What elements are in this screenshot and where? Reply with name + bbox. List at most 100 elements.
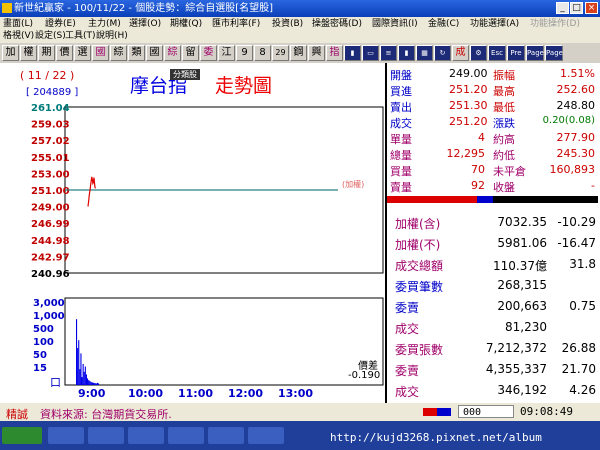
tool-country[interactable]: 國 — [92, 45, 109, 61]
menu-main-force[interactable]: 主力(M) — [88, 18, 121, 30]
tool-leave[interactable]: 留 — [182, 45, 199, 61]
x-tick-label: 10:00 — [128, 387, 163, 400]
y-tick-label: 251.00 — [31, 186, 70, 197]
tool-29[interactable]: 29 — [272, 45, 289, 61]
menu-view[interactable]: 格視(V) — [3, 30, 34, 42]
volume-bar — [88, 380, 90, 385]
x-tick-label: 11:00 — [178, 387, 213, 400]
menu-finance[interactable]: 金融(C) — [428, 18, 459, 30]
index-label: 成交 — [395, 322, 420, 336]
volume-tick-label: 50 — [33, 350, 47, 361]
volume-tag: [ 204889 ] — [26, 87, 79, 98]
y-tick-label: 257.02 — [31, 136, 70, 147]
tool-9[interactable]: 9 — [236, 45, 253, 61]
chart-icon[interactable]: ▮ — [344, 45, 361, 61]
settings-icon[interactable]: ⚙ — [470, 45, 487, 61]
volume-bar — [94, 383, 96, 385]
quote-label: 單量 — [390, 133, 412, 146]
index-change: 31.8 — [569, 257, 596, 271]
list-icon[interactable]: ≡ — [380, 45, 397, 61]
clock: 09:08:49 — [520, 405, 573, 418]
start-button[interactable] — [2, 427, 42, 444]
quote-label2: 最高 — [493, 85, 515, 98]
chart2-icon[interactable]: ▮ — [398, 45, 415, 61]
task-item[interactable] — [248, 427, 284, 444]
quote-value2: 277.90 — [556, 131, 596, 144]
tool-index[interactable]: 指 — [326, 45, 343, 61]
menu-help[interactable]: 說明(H) — [96, 30, 128, 42]
tool-river[interactable]: 江 — [218, 45, 235, 61]
quote-value2: 252.60 — [556, 83, 596, 96]
tool-summary[interactable]: 綜 — [110, 45, 127, 61]
task-item[interactable] — [88, 427, 124, 444]
menu-options[interactable]: 選擇(O) — [129, 18, 161, 30]
pre-button[interactable]: Pre — [507, 45, 525, 61]
menu-international[interactable]: 國際資訊(I) — [372, 18, 418, 30]
task-item[interactable] — [128, 427, 164, 444]
tool-prosper[interactable]: 興 — [308, 45, 325, 61]
status-red-block — [423, 408, 437, 416]
vendor-tag: 精誠 — [6, 408, 28, 421]
menu-investment[interactable]: 投資(B) — [272, 18, 303, 30]
task-item[interactable] — [208, 427, 244, 444]
menu-function-select[interactable]: 功能選擇(A) — [470, 18, 519, 30]
menu-trading-code[interactable]: 操盤密碼(D) — [312, 18, 362, 30]
tool-8[interactable]: 8 — [254, 45, 271, 61]
esc-button[interactable]: Esc — [488, 45, 506, 61]
quote-value: 70 — [471, 163, 485, 176]
menu-screen[interactable]: 畫面(L) — [3, 18, 33, 30]
index-label: 委買張數 — [395, 343, 444, 357]
menu-forex-rate[interactable]: 匯市利率(F) — [212, 18, 260, 30]
quote-label2: 約高 — [493, 133, 515, 146]
tool-steel[interactable]: 鋼 — [290, 45, 307, 61]
tool-right[interactable]: 權 — [20, 45, 37, 61]
menu-tools[interactable]: 工具(T) — [65, 30, 96, 42]
volume-bar — [76, 319, 78, 385]
task-item[interactable] — [168, 427, 204, 444]
tool-futures[interactable]: 期 — [38, 45, 55, 61]
menu-function-operate[interactable]: 功能操作(D) — [530, 18, 580, 30]
quote-value2: 1.51% — [560, 67, 595, 80]
bar-red — [387, 196, 477, 203]
tool-country2[interactable]: 國 — [146, 45, 163, 61]
index-change: 26.88 — [561, 341, 596, 355]
tool-commission[interactable]: 委 — [200, 45, 217, 61]
tool-category[interactable]: 類 — [128, 45, 145, 61]
code-input[interactable]: 000 — [458, 405, 514, 418]
minimize-button[interactable]: _ — [556, 2, 569, 14]
menu-settings[interactable]: 設定(S) — [35, 30, 66, 42]
page-up-button[interactable]: Page — [526, 45, 544, 61]
quote-label: 總量 — [390, 149, 412, 162]
y-tick-label: 261.04 — [31, 103, 70, 114]
tool-select[interactable]: 選 — [74, 45, 91, 61]
tool-summary2[interactable]: 綜 — [164, 45, 181, 61]
index-change: 21.70 — [561, 362, 596, 376]
volume-bar — [80, 353, 82, 385]
index-panel: 加權(含) 7032.35 -10.29 加權(不) 5981.06 -16.4… — [387, 209, 600, 403]
index-label: 成交 — [395, 385, 420, 399]
maximize-button[interactable]: □ — [570, 2, 583, 14]
quote-label: 成交 — [390, 117, 412, 130]
monitor-icon[interactable]: ▭ — [362, 45, 379, 61]
grid-icon[interactable]: ▦ — [416, 45, 433, 61]
volume-bar — [93, 382, 95, 385]
bar-black — [493, 196, 598, 203]
category-dropdown[interactable]: 分類股 — [170, 69, 200, 80]
tool-success[interactable]: 成 — [452, 45, 469, 61]
volume-tick-label: 3,000 — [33, 298, 65, 309]
menu-futures-options[interactable]: 期權(Q) — [170, 18, 202, 30]
index-value: 268,315 — [497, 278, 547, 292]
tool-price[interactable]: 價 — [56, 45, 73, 61]
y-tick-label: 249.00 — [31, 203, 70, 214]
y-tick-label: 242.97 — [31, 252, 70, 263]
page-down-button[interactable]: Page — [545, 45, 563, 61]
refresh-icon[interactable]: ↻ — [434, 45, 451, 61]
close-button[interactable]: × — [585, 2, 598, 14]
task-item[interactable] — [48, 427, 84, 444]
menu-securities[interactable]: 證券(E) — [45, 18, 76, 30]
index-label: 加權(不) — [395, 238, 441, 252]
quote-label2: 約低 — [493, 149, 515, 162]
index-change: -16.47 — [557, 236, 596, 250]
tool-weighted[interactable]: 加 — [2, 45, 19, 61]
quote-label: 買量 — [390, 165, 412, 178]
